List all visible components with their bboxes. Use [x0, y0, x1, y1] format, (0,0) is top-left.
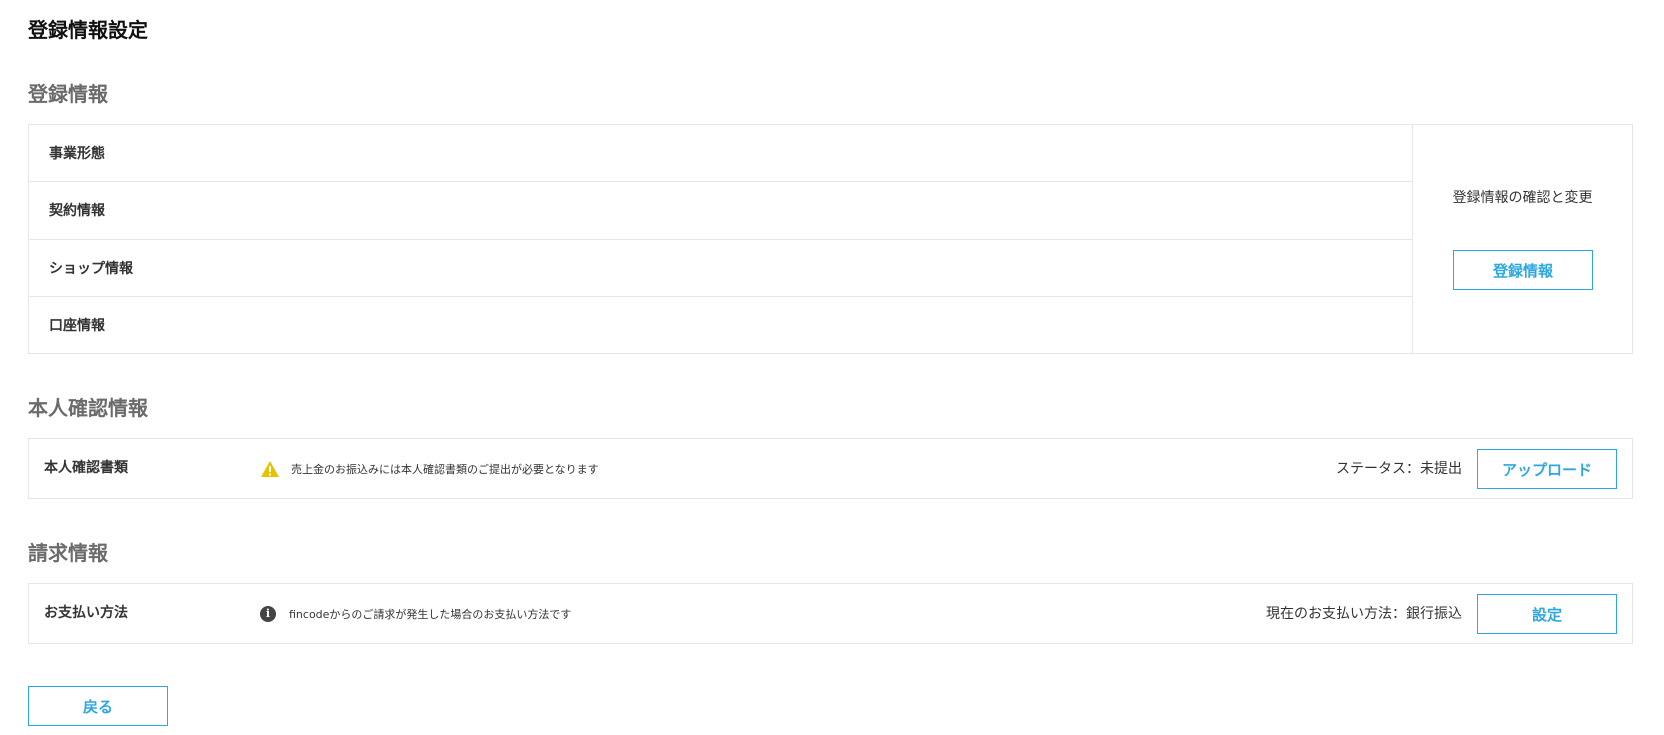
- identity-section-title: 本人確認情報: [28, 396, 148, 420]
- page-title: 登録情報設定: [28, 18, 148, 42]
- registration-settings-page: 登録情報設定 登録情報 事業形態 契約情報 ショップ情報 口座情報 登録情報の確…: [0, 0, 1664, 735]
- identity-document-row: 本人確認書類 売上金のお振込みには本人確認書類のご提出が必要となります ステータ…: [28, 438, 1633, 499]
- payment-method-message: fincodeからのご請求が発生した場合のお支払い方法です: [289, 608, 572, 621]
- payment-settings-button[interactable]: 設定: [1477, 594, 1617, 634]
- identity-document-label: 本人確認書類: [44, 460, 128, 476]
- upload-button[interactable]: アップロード: [1477, 449, 1617, 489]
- registration-row-shop-info: ショップ情報: [29, 240, 1412, 297]
- registration-row-business-type: 事業形態: [29, 125, 1412, 183]
- registration-list: 事業形態 契約情報 ショップ情報 口座情報: [29, 125, 1413, 353]
- identity-document-status: ステータス：未提出: [1336, 461, 1462, 477]
- payment-method-status: 現在のお支払い方法：銀行振込: [1266, 606, 1462, 622]
- registration-side-caption: 登録情報の確認と変更: [1452, 190, 1593, 206]
- registration-row-contract-info: 契約情報: [29, 182, 1412, 240]
- payment-method-row: お支払い方法 i fincodeからのご請求が発生した場合のお支払い方法です 現…: [28, 583, 1633, 644]
- billing-section-title: 請求情報: [28, 541, 108, 565]
- payment-method-label: お支払い方法: [44, 605, 128, 621]
- back-button[interactable]: 戻る: [28, 686, 168, 726]
- registration-section-title: 登録情報: [28, 82, 108, 106]
- registration-table: 事業形態 契約情報 ショップ情報 口座情報 登録情報の確認と変更 登録情報: [28, 124, 1633, 354]
- info-icon: i: [260, 606, 276, 622]
- registration-row-account-info: 口座情報: [49, 317, 105, 334]
- registration-info-button[interactable]: 登録情報: [1453, 250, 1593, 290]
- warning-icon: [261, 461, 279, 477]
- identity-document-message: 売上金のお振込みには本人確認書類のご提出が必要となります: [291, 463, 599, 476]
- registration-side-panel: 登録情報の確認と変更 登録情報: [1413, 125, 1632, 353]
